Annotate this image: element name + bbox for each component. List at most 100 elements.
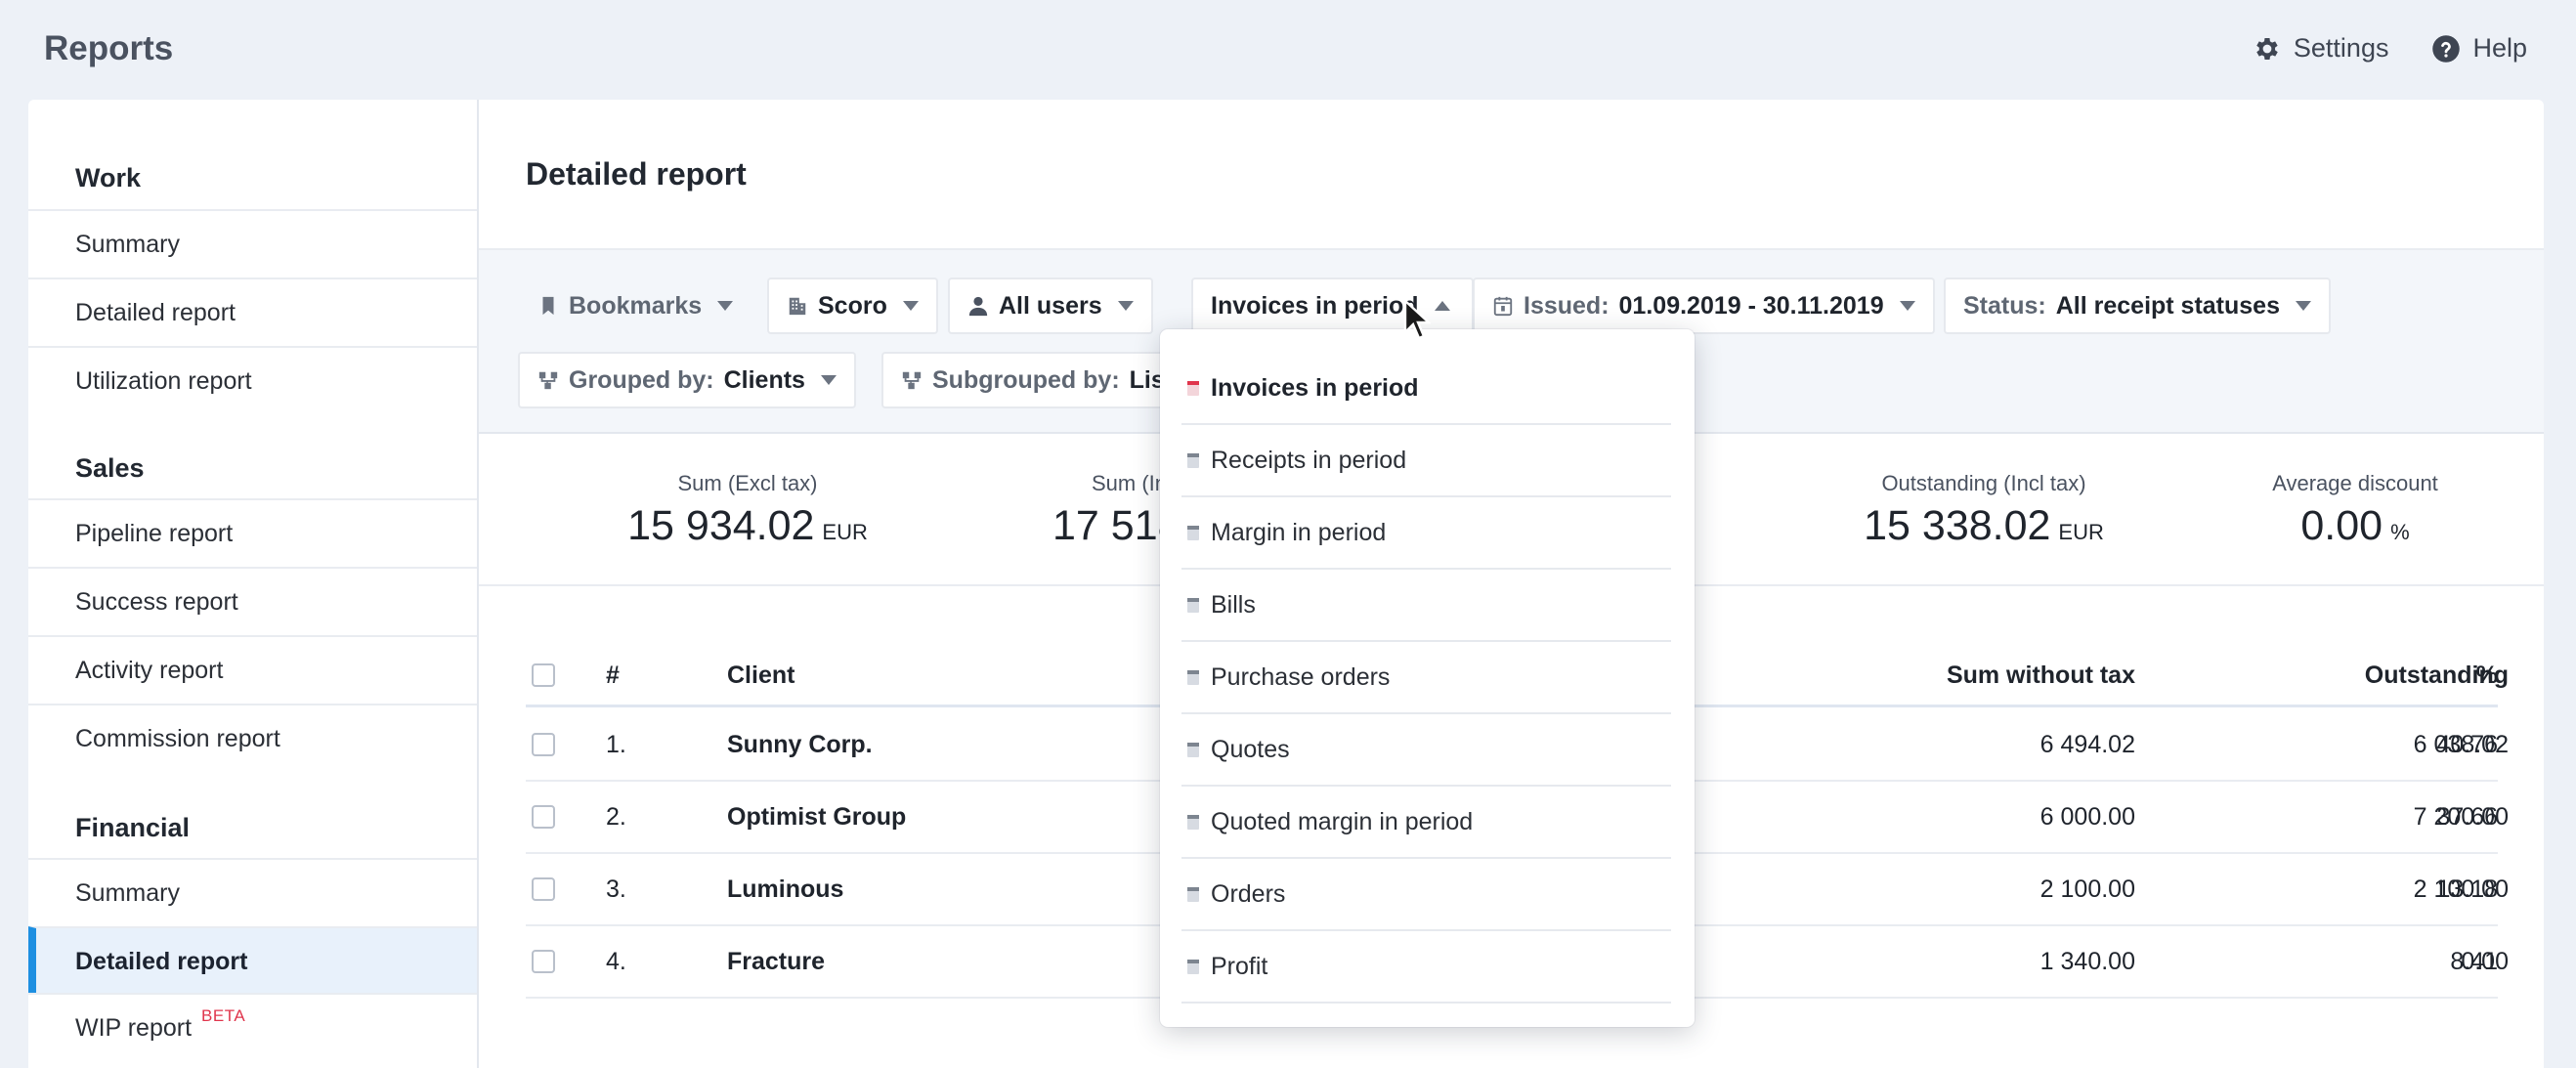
row-select-cell — [532, 782, 555, 852]
sidebar-item-success-report[interactable]: Success report — [28, 567, 477, 635]
top-bar: Reports Settings Help — [0, 0, 2576, 100]
company-filter[interactable]: Scoro — [767, 278, 938, 334]
help-button[interactable]: Help — [2431, 33, 2527, 64]
dropdown-option-bills[interactable]: Bills — [1181, 570, 1671, 642]
row-checkbox[interactable] — [532, 805, 555, 829]
stat-label: Sum (Excl tax) — [677, 471, 818, 495]
chevron-up-icon — [1434, 301, 1450, 311]
row-sum-without-tax: 6 000.00 — [2039, 802, 2135, 831]
dropdown-option-purchase-orders[interactable]: Purchase orders — [1181, 642, 1671, 714]
document-icon — [1187, 597, 1199, 613]
issued-date-filter[interactable]: Issued: 01.09.2019 - 30.11.2019 — [1473, 278, 1935, 334]
dropdown-option-label: Quotes — [1211, 735, 1290, 763]
sidebar-item-work-summary[interactable]: Summary — [28, 209, 477, 278]
row-checkbox[interactable] — [532, 877, 555, 901]
report-type-dropdown: Invoices in period Receipts in period Ma… — [1160, 329, 1695, 1027]
grouped-by-value: Clients — [723, 365, 805, 394]
status-label: Status: — [1963, 291, 2046, 320]
sidebar-item-work-detailed-report[interactable]: Detailed report — [28, 278, 477, 346]
sidebar-item-commission-report[interactable]: Commission report — [28, 704, 477, 772]
dropdown-option-label: Profit — [1211, 952, 1268, 980]
stat-number: 0.00 — [2300, 502, 2383, 549]
select-all-checkbox[interactable] — [532, 663, 555, 687]
chevron-down-icon — [717, 301, 734, 311]
row-client[interactable]: Luminous — [727, 854, 843, 924]
row-select-cell — [532, 926, 555, 997]
row-client[interactable]: Sunny Corp. — [727, 709, 873, 780]
status-filter[interactable]: Status: All receipt statuses — [1944, 278, 2331, 334]
bookmarks-filter[interactable]: Bookmarks — [518, 278, 752, 334]
sidebar-item-activity-report[interactable]: Activity report — [28, 635, 477, 704]
sidebar-item-utilization-report[interactable]: Utilization report — [28, 346, 477, 414]
stat-label: Outstanding (Incl tax) — [1881, 471, 2086, 495]
dropdown-option-label: Bills — [1211, 590, 1256, 619]
settings-button[interactable]: Settings — [2253, 33, 2388, 64]
sidebar: Work Summary Detailed report Utilization… — [28, 100, 479, 1068]
column-header-percent[interactable]: % — [2383, 647, 2498, 704]
dropdown-option-quoted-margin-in-period[interactable]: Quoted margin in period — [1181, 787, 1671, 859]
bookmarks-label: Bookmarks — [569, 291, 703, 320]
issued-label: Issued: — [1524, 291, 1610, 320]
column-header-sum-without-tax[interactable]: Sum without tax — [1796, 647, 2135, 704]
row-checkbox[interactable] — [532, 733, 555, 756]
grouped-by-filter[interactable]: Grouped by: Clients — [518, 352, 856, 408]
row-number: 2. — [606, 802, 626, 831]
document-icon — [1187, 959, 1199, 974]
sidebar-heading-sales: Sales — [75, 453, 145, 483]
dropdown-option-invoices-in-period[interactable]: Invoices in period — [1181, 353, 1671, 425]
row-sum-without-tax: 6 494.02 — [2039, 730, 2135, 758]
dropdown-option-label: Receipts in period — [1211, 446, 1407, 474]
sidebar-item-pipeline-report[interactable]: Pipeline report — [28, 498, 477, 567]
app-title: Reports — [44, 29, 174, 67]
calendar-icon — [1493, 296, 1513, 317]
column-header-client[interactable]: Client — [727, 647, 794, 704]
row-sum-without-tax: 2 100.00 — [2039, 875, 2135, 903]
subgrouped-by-label: Subgrouped by: — [932, 365, 1120, 394]
row-number: 4. — [606, 947, 626, 975]
row-percent: 13.18 — [2436, 875, 2498, 903]
dropdown-option-profit[interactable]: Profit — [1181, 931, 1671, 1004]
row-client[interactable]: Fracture — [727, 926, 825, 997]
hierarchy-icon — [538, 371, 558, 390]
bookmark-icon — [542, 296, 554, 316]
stat-number: 15 338.02 — [1864, 502, 2051, 549]
row-sum-without-tax: 1 340.00 — [2039, 947, 2135, 975]
row-select-cell — [532, 854, 555, 924]
row-select-cell — [532, 709, 555, 780]
document-icon — [1187, 814, 1199, 830]
stat-value: 15 934.02 EUR — [601, 502, 894, 550]
stat-sum-excl-tax: Sum (Excl tax) 15 934.02 EUR — [601, 471, 894, 550]
column-header-number[interactable]: # — [606, 647, 620, 704]
users-filter[interactable]: All users — [948, 278, 1153, 334]
building-icon — [789, 297, 806, 316]
document-icon — [1187, 742, 1199, 757]
dropdown-option-label: Quoted margin in period — [1211, 807, 1474, 835]
dropdown-option-receipts-in-period[interactable]: Receipts in period — [1181, 425, 1671, 497]
row-number: 3. — [606, 875, 626, 903]
dropdown-option-margin-in-period[interactable]: Margin in period — [1181, 497, 1671, 570]
status-value: All receipt statuses — [2055, 291, 2280, 320]
sidebar-item-financial-summary[interactable]: Summary — [28, 858, 477, 926]
percent-unit: % — [2390, 520, 2410, 544]
sidebar-item-financial-detailed-report[interactable]: Detailed report — [28, 926, 477, 995]
document-icon — [1187, 452, 1199, 468]
select-all-cell — [532, 647, 555, 704]
row-checkbox[interactable] — [532, 950, 555, 973]
stat-number: 15 934.02 — [627, 502, 815, 549]
currency-unit: EUR — [822, 520, 868, 544]
company-label: Scoro — [818, 291, 887, 320]
sidebar-heading-work: Work — [75, 163, 142, 192]
report-type-label: Invoices in period — [1211, 291, 1419, 320]
chevron-down-icon — [1117, 301, 1134, 311]
row-client[interactable]: Optimist Group — [727, 782, 906, 852]
grouped-by-label: Grouped by: — [569, 365, 714, 394]
document-icon — [1187, 669, 1199, 685]
sidebar-item-wip-report[interactable]: WIP report BETA — [28, 993, 477, 1061]
chevron-down-icon — [902, 301, 919, 311]
stat-value: 15 338.02 EUR — [1823, 502, 2145, 550]
report-type-filter[interactable]: Invoices in period — [1191, 278, 1474, 334]
issued-value: 01.09.2019 - 30.11.2019 — [1618, 291, 1884, 320]
dropdown-option-label: Purchase orders — [1211, 662, 1391, 691]
dropdown-option-orders[interactable]: Orders — [1181, 859, 1671, 931]
dropdown-option-quotes[interactable]: Quotes — [1181, 714, 1671, 787]
